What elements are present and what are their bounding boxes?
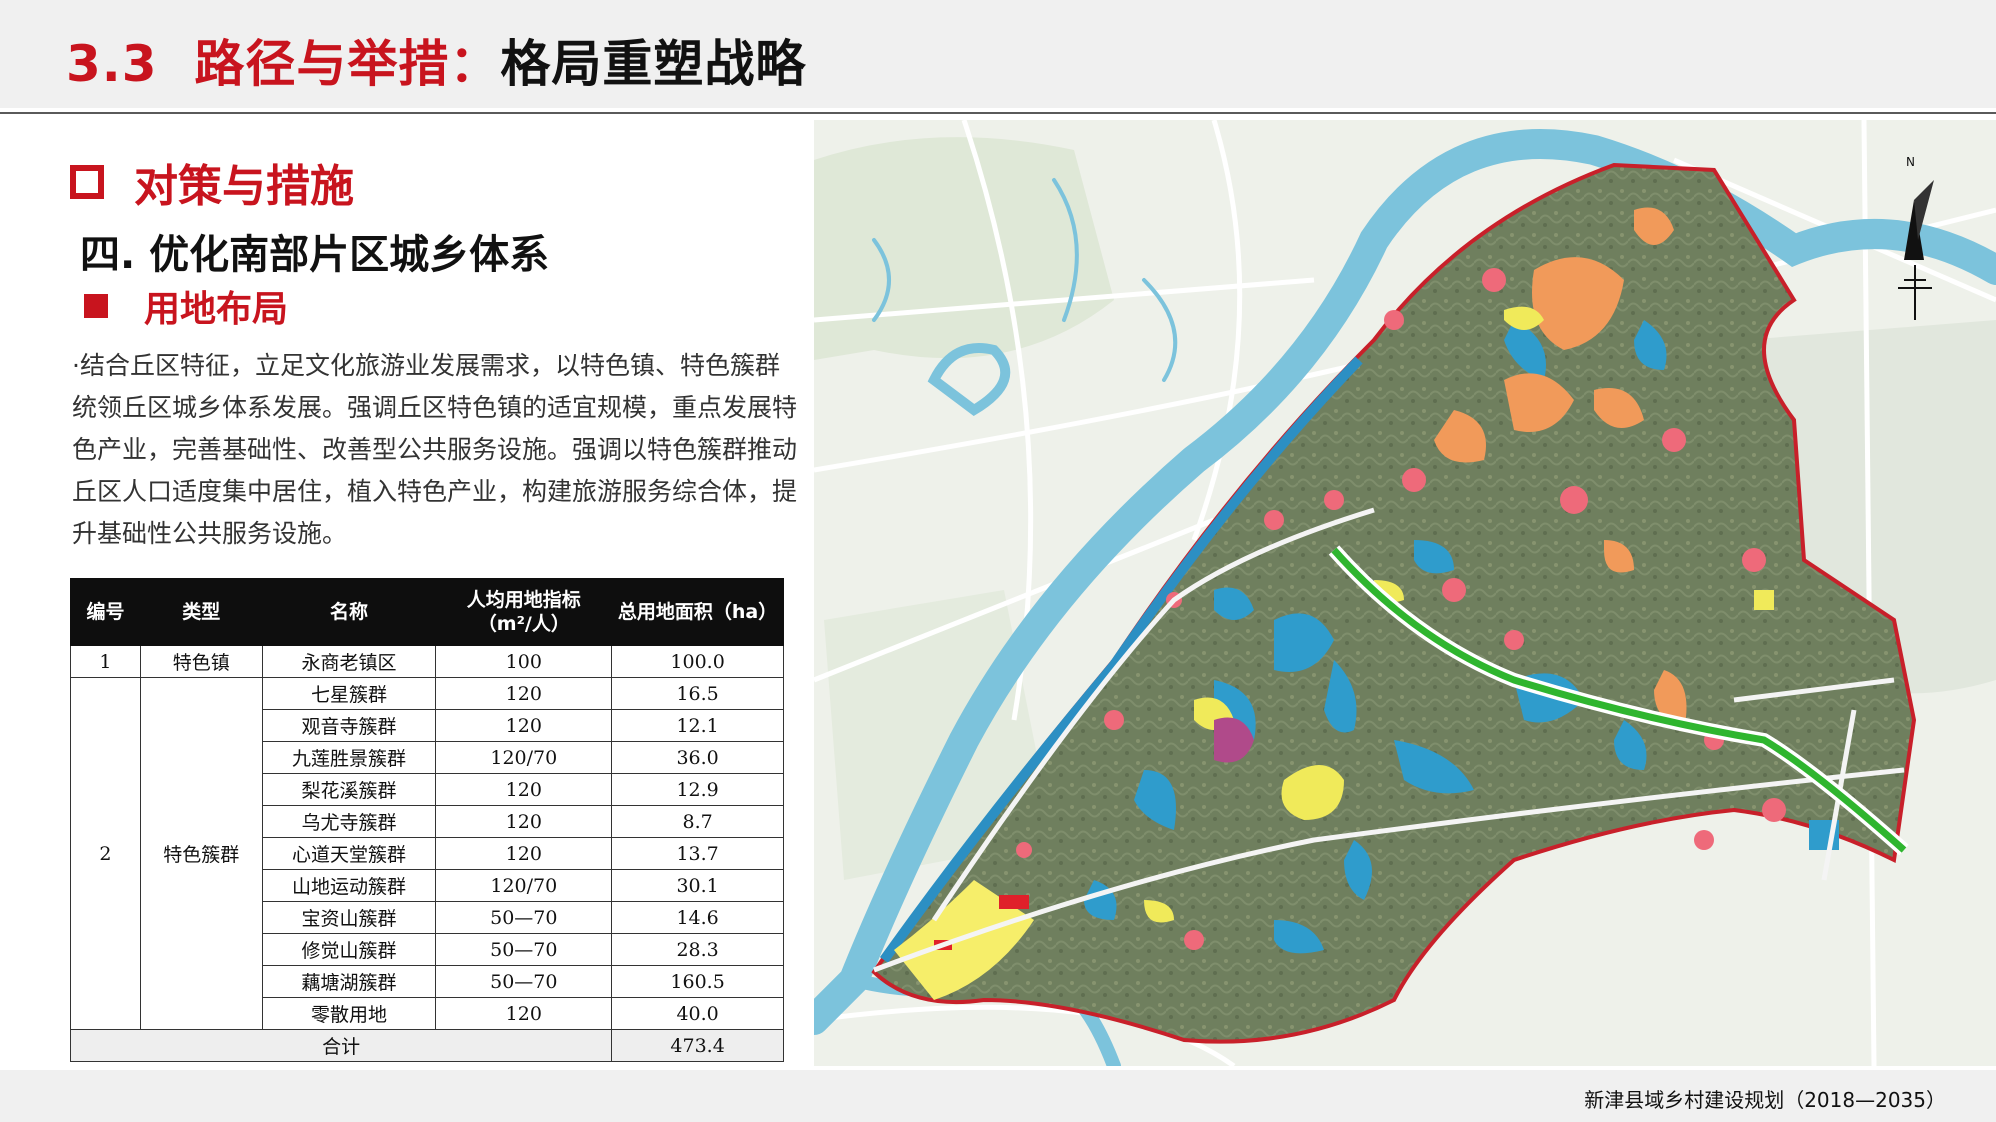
cell-name: 梨花溪簇群: [261, 773, 437, 806]
cell-name: 零散用地: [261, 997, 437, 1030]
hollow-square-icon: [70, 165, 104, 199]
header-index-line2: （m²/人）: [477, 613, 570, 635]
subsection-heading: 四. 优化南部片区城乡体系: [80, 232, 550, 278]
north-label: N: [1906, 155, 1915, 169]
table-total-row: 合计 473.4: [69, 1029, 784, 1062]
cell-name: 永商老镇区: [261, 645, 437, 678]
cell-index: 120: [435, 805, 613, 838]
cell-id: 2: [70, 677, 141, 1030]
page-title: 3.3 路径与举措：格局重塑战略: [66, 24, 806, 96]
cell-type: 特色镇: [139, 645, 263, 678]
cell-index: 120/70: [435, 869, 613, 902]
cell-index: 50—70: [435, 933, 613, 966]
cell-name: 观音寺簇群: [261, 709, 437, 742]
cell-index: 120: [435, 709, 613, 742]
subsubsection-heading-text: 用地布局: [144, 289, 289, 330]
cell-name: 修觉山簇群: [261, 933, 437, 966]
header-index-line1: 人均用地指标: [466, 589, 581, 611]
green-area: [814, 137, 1114, 360]
cell-area: 16.5: [611, 677, 784, 710]
header-id: 编号: [70, 578, 141, 646]
cell-area: 8.7: [611, 805, 784, 838]
cell-area: 100.0: [611, 645, 784, 678]
footer-text: 新津县域乡村建设规划（2018—2035）: [1584, 1088, 1946, 1112]
header-index: 人均用地指标 （m²/人）: [435, 578, 613, 646]
cell-area: 12.1: [611, 709, 784, 742]
cell-name: 山地运动簇群: [261, 869, 437, 902]
land-use-table: 编号 类型 名称 人均用地指标 （m²/人） 总用地面积（ha） 1 特色镇 永…: [69, 578, 784, 1062]
cell-area: 28.3: [611, 933, 784, 966]
cell-area: 13.7: [611, 837, 784, 870]
header-divider: [0, 112, 1996, 114]
cell-index: 50—70: [435, 965, 613, 998]
table-header-row: 编号 类型 名称 人均用地指标 （m²/人） 总用地面积（ha）: [70, 578, 784, 646]
title-number: 3.3: [66, 35, 158, 93]
filled-square-icon: [84, 294, 108, 318]
cell-type: 特色簇群: [139, 677, 263, 1030]
cell-area: 160.5: [611, 965, 784, 998]
header-name: 名称: [261, 578, 437, 646]
cell-name: 乌尤寺簇群: [261, 805, 437, 838]
cell-index: 100: [435, 645, 613, 678]
cell-name: 九莲胜景簇群: [261, 741, 437, 774]
footer-bar: 新津县域乡村建设规划（2018—2035）: [0, 1070, 1996, 1122]
cell-area: 12.9: [611, 773, 784, 806]
total-label: 合计: [69, 1029, 613, 1062]
cell-id: 1: [70, 645, 141, 678]
subsubsection-heading: 用地布局: [84, 280, 288, 332]
cell-index: 120: [435, 997, 613, 1030]
cell-area: 40.0: [611, 997, 784, 1030]
header-type: 类型: [139, 578, 263, 646]
cell-area: 30.1: [611, 869, 784, 902]
table-row: 2 特色簇群 七星簇群 120 16.5: [70, 677, 784, 1030]
land-use-map: N: [814, 120, 1996, 1066]
cell-index: 120: [435, 773, 613, 806]
cell-index: 50—70: [435, 901, 613, 934]
cell-name: 心道天堂簇群: [261, 837, 437, 870]
cell-index: 120: [435, 837, 613, 870]
description-paragraph: ·结合丘区特征，立足文化旅游业发展需求，以特色镇、特色簇群统领丘区城乡体系发展。…: [72, 351, 798, 548]
table-row: 1 特色镇 永商老镇区 100 100.0: [70, 645, 784, 678]
cell-name: 藕塘湖簇群: [261, 965, 437, 998]
section-heading-text: 对策与措施: [134, 161, 354, 212]
cell-index: 120: [435, 677, 613, 710]
section-heading-measures: 对策与措施: [70, 150, 354, 214]
town-block: [999, 895, 1029, 909]
title-red-part: 路径与举措：: [194, 35, 501, 93]
cell-name: 宝资山簇群: [261, 901, 437, 934]
cell-name: 七星簇群: [261, 677, 437, 710]
map-graphic: N: [814, 120, 1996, 1066]
cell-index: 120/70: [435, 741, 613, 774]
header-bar: 3.3 路径与举措：格局重塑战略: [0, 0, 1996, 108]
cell-area: 14.6: [611, 901, 784, 934]
cell-area: 36.0: [611, 741, 784, 774]
header-area: 总用地面积（ha）: [611, 578, 784, 646]
total-area: 473.4: [611, 1029, 784, 1062]
title-black-part: 格局重塑战略: [500, 35, 807, 93]
